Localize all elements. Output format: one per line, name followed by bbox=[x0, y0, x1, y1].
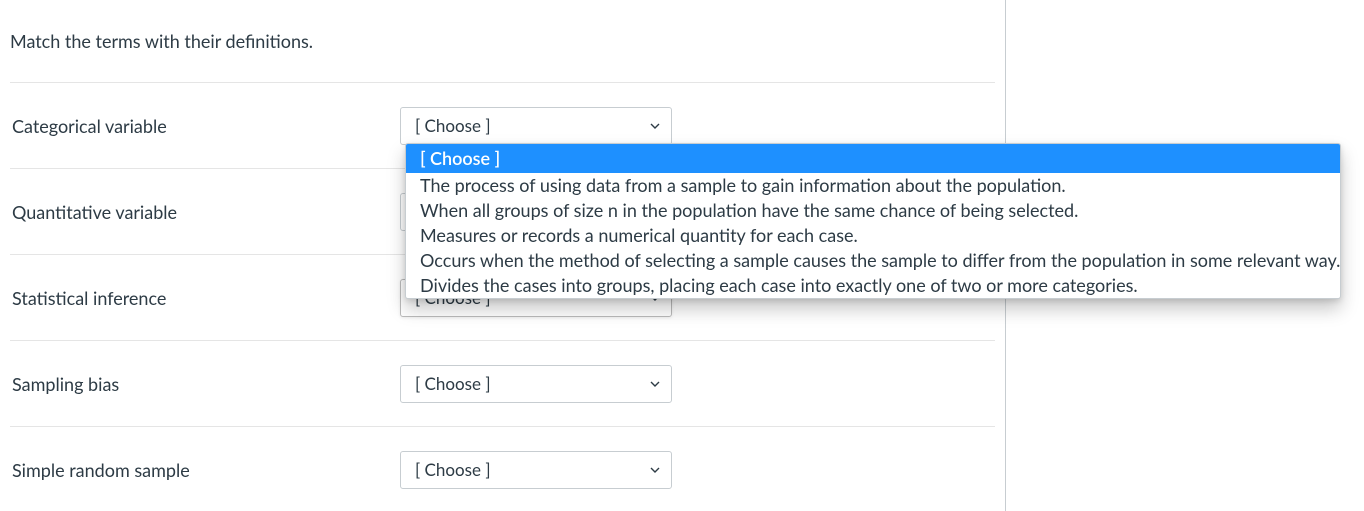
question-prompt: Match the terms with their definitions. bbox=[10, 0, 995, 82]
dropdown-option[interactable]: Measures or records a numerical quantity… bbox=[406, 223, 1340, 248]
select-value: [ Choose ] bbox=[415, 373, 491, 394]
chevron-down-icon bbox=[649, 378, 661, 390]
match-row: Simple random sample [ Choose ] bbox=[10, 426, 995, 511]
select-wrap: [ Choose ] bbox=[400, 365, 672, 403]
chevron-down-icon bbox=[649, 120, 661, 132]
dropdown-option[interactable]: The process of using data from a sample … bbox=[406, 173, 1340, 198]
chevron-down-icon bbox=[649, 464, 661, 476]
select-wrap: [ Choose ] bbox=[400, 107, 672, 145]
term-label: Sampling bias bbox=[10, 373, 400, 395]
select-wrap: [ Choose ] bbox=[400, 451, 672, 489]
match-row: Sampling bias [ Choose ] bbox=[10, 340, 995, 426]
term-label: Simple random sample bbox=[10, 459, 400, 481]
dropdown-option[interactable]: Occurs when the method of selecting a sa… bbox=[406, 248, 1340, 273]
dropdown-option[interactable]: [ Choose ] bbox=[406, 144, 1340, 173]
page: Match the terms with their definitions. … bbox=[0, 0, 1364, 511]
term-select[interactable]: [ Choose ] bbox=[400, 365, 672, 403]
select-dropdown[interactable]: [ Choose ] The process of using data fro… bbox=[405, 143, 1341, 299]
term-label: Categorical variable bbox=[10, 115, 400, 137]
term-select[interactable]: [ Choose ] bbox=[400, 107, 672, 145]
term-label: Quantitative variable bbox=[10, 201, 400, 223]
select-value: [ Choose ] bbox=[415, 459, 491, 480]
term-label: Statistical inference bbox=[10, 287, 400, 309]
dropdown-option[interactable]: When all groups of size n in the populat… bbox=[406, 198, 1340, 223]
select-value: [ Choose ] bbox=[415, 115, 491, 136]
dropdown-option[interactable]: Divides the cases into groups, placing e… bbox=[406, 273, 1340, 298]
term-select[interactable]: [ Choose ] bbox=[400, 451, 672, 489]
